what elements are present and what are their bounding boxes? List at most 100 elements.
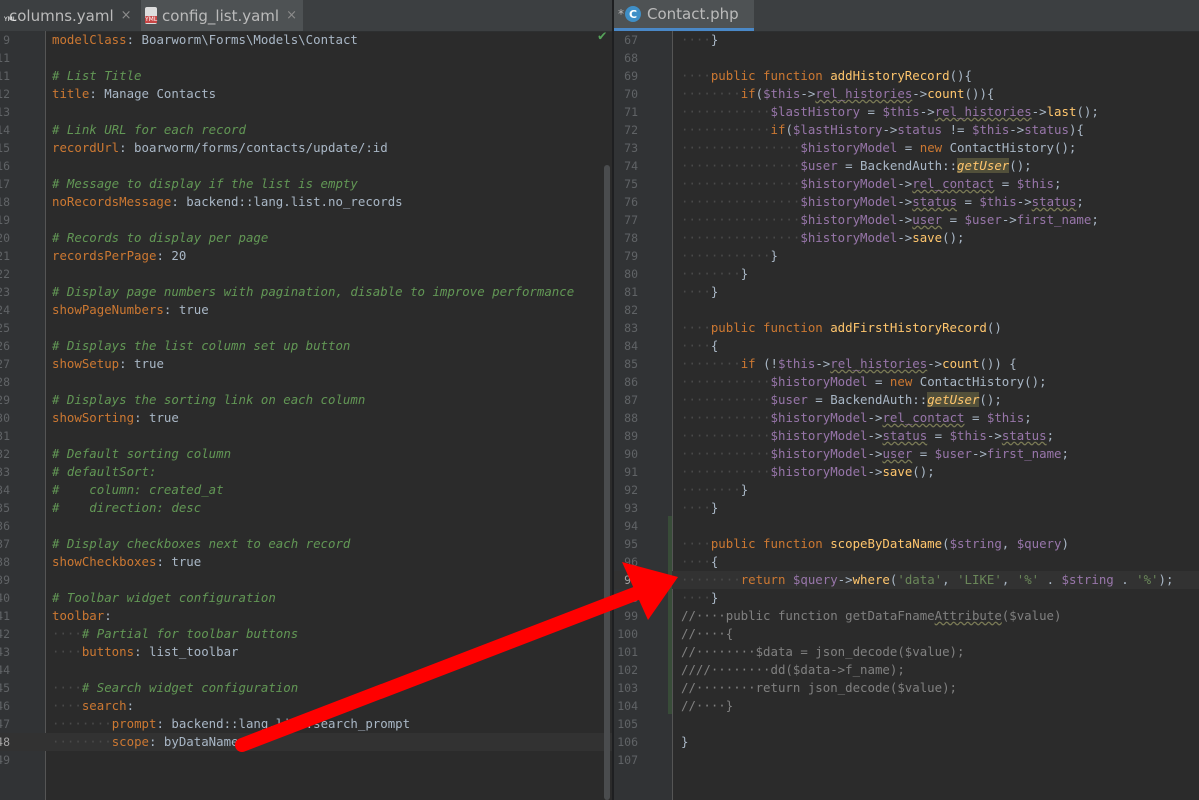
code-text[interactable]: ····} [681, 589, 718, 607]
code-line[interactable]: 13 [0, 103, 612, 121]
code-text[interactable]: ········} [681, 481, 748, 499]
code-text[interactable]: ····# Search widget configuration [52, 679, 298, 697]
code-text[interactable]: ········return $query->where('data', 'LI… [681, 571, 1173, 589]
code-line[interactable]: 23 # Display page numbers with pagination… [0, 283, 612, 301]
code-line[interactable]: 39 [0, 571, 612, 589]
code-line[interactable]: 72 ············if($lastHistory->status !=… [614, 121, 1199, 139]
code-text[interactable]: } [681, 733, 688, 751]
code-text[interactable]: ············$user = BackendAuth::getUser… [681, 391, 1002, 409]
code-line[interactable]: 100 //····{ [614, 625, 1199, 643]
code-text[interactable]: ················$user = BackendAuth::get… [681, 157, 1032, 175]
php-code-area[interactable]: 67 ····} 68 69 ····public function addHistor… [614, 31, 1199, 800]
code-text[interactable]: ············$historyModel->user = $user-… [681, 445, 1069, 463]
code-line[interactable]: 73 ················$historyModel = new Co… [614, 139, 1199, 157]
code-line[interactable]: 89 ············$historyModel->status = $t… [614, 427, 1199, 445]
code-line[interactable]: 101 //········$data = json_decode($value)… [614, 643, 1199, 661]
code-text[interactable]: ············$historyModel->status = $thi… [681, 427, 1054, 445]
code-text[interactable]: ················$historyModel->user = $u… [681, 211, 1099, 229]
code-line[interactable]: 49 [0, 751, 612, 769]
code-text[interactable]: ····} [681, 283, 718, 301]
yaml-code-area[interactable]: 9 modelClass: Boarworm\Forms\Models\Conta… [0, 31, 612, 800]
code-text[interactable]: noRecordsMessage: backend::lang.list.no_… [52, 193, 403, 211]
code-text[interactable]: ········if($this->rel_histories->count()… [681, 85, 994, 103]
vertical-scrollbar[interactable] [604, 165, 610, 800]
code-text[interactable]: ····public function addFirstHistoryRecor… [681, 319, 1002, 337]
code-text[interactable]: # defaultSort: [52, 463, 156, 481]
code-text[interactable]: ········} [681, 265, 748, 283]
code-line[interactable]: 14 # Link URL for each record [0, 121, 612, 139]
code-text[interactable]: # Display page numbers with pagination, … [52, 283, 574, 301]
code-line[interactable]: 19 [0, 211, 612, 229]
code-text[interactable]: ········scope: byDataName [52, 733, 239, 751]
code-line[interactable]: 33 # defaultSort: [0, 463, 612, 481]
code-text[interactable]: showPageNumbers: true [52, 301, 209, 319]
code-line[interactable]: 97 ········return $query->where('data', '… [614, 571, 1199, 589]
code-text[interactable]: toolbar: [52, 607, 112, 625]
code-text[interactable]: //····} [681, 697, 733, 715]
code-line[interactable]: 75 ················$historyModel->rel_con… [614, 175, 1199, 193]
code-line[interactable]: 42 ····# Partial for toolbar buttons [0, 625, 612, 643]
code-text[interactable]: showSetup: true [52, 355, 164, 373]
code-line[interactable]: 38 showCheckboxes: true [0, 553, 612, 571]
code-text[interactable]: ················$historyModel->rel_conta… [681, 175, 1062, 193]
code-text[interactable]: ············$historyModel->rel_contact =… [681, 409, 1032, 427]
code-text[interactable]: # Default sorting column [52, 445, 231, 463]
code-text[interactable]: # Message to display if the list is empt… [52, 175, 358, 193]
code-text[interactable]: # Displays the sorting link on each colu… [52, 391, 365, 409]
code-line[interactable]: 48 ········scope: byDataName [0, 733, 612, 751]
code-text[interactable]: # Display checkboxes next to each record [52, 535, 350, 553]
code-line[interactable]: 80 ········} [614, 265, 1199, 283]
code-line[interactable]: 34 # column: created_at [0, 481, 612, 499]
code-line[interactable]: 96 ····{ [614, 553, 1199, 571]
code-text[interactable]: # Records to display per page [52, 229, 268, 247]
code-text[interactable]: recordUrl: boarworm/forms/contacts/updat… [52, 139, 388, 157]
code-line[interactable]: 29 # Displays the sorting link on each co… [0, 391, 612, 409]
code-line[interactable]: 90 ············$historyModel->user = $use… [614, 445, 1199, 463]
code-text[interactable]: ····{ [681, 553, 718, 571]
code-text[interactable]: recordsPerPage: 20 [52, 247, 186, 265]
code-text[interactable]: ············} [681, 247, 778, 265]
code-line[interactable]: 43 ····buttons: list_toolbar [0, 643, 612, 661]
code-line[interactable]: 69 ····public function addHistoryRecord()… [614, 67, 1199, 85]
tab-contact-php[interactable]: * C Contact.php [614, 0, 754, 31]
code-line[interactable]: 32 # Default sorting column [0, 445, 612, 463]
code-text[interactable]: title: Manage Contacts [52, 85, 216, 103]
code-text[interactable]: showSorting: true [52, 409, 179, 427]
code-line[interactable]: 22 [0, 265, 612, 283]
code-line[interactable]: 36 [0, 517, 612, 535]
code-text[interactable]: ····# Partial for toolbar buttons [52, 625, 298, 643]
code-line[interactable]: 17 # Message to display if the list is em… [0, 175, 612, 193]
code-text[interactable]: //········$data = json_decode($value); [681, 643, 964, 661]
code-line[interactable]: 103 //········return json_decode($value); [614, 679, 1199, 697]
code-text[interactable]: # column: created_at [52, 481, 224, 499]
code-line[interactable]: 79 ············} [614, 247, 1199, 265]
code-text[interactable]: //····public function getDataFnameAttrib… [681, 607, 1061, 625]
code-line[interactable]: 28 [0, 373, 612, 391]
code-text[interactable]: ····buttons: list_toolbar [52, 643, 239, 661]
code-line[interactable]: 74 ················$user = BackendAuth::g… [614, 157, 1199, 175]
code-text[interactable]: ············if($lastHistory->status != $… [681, 121, 1084, 139]
code-text[interactable]: # List Title [52, 67, 142, 85]
code-line[interactable]: 35 # direction: desc [0, 499, 612, 517]
code-line[interactable]: 88 ············$historyModel->rel_contact… [614, 409, 1199, 427]
code-line[interactable]: 47 ········prompt: backend::lang.list.sea… [0, 715, 612, 733]
code-line[interactable]: 9 modelClass: Boarworm\Forms\Models\Conta… [0, 31, 612, 49]
code-text[interactable]: ············$lastHistory = $this->rel_hi… [681, 103, 1099, 121]
code-text[interactable]: # direction: desc [52, 499, 201, 517]
code-line[interactable]: 106} [614, 733, 1199, 751]
code-line[interactable]: 77 ················$historyModel->user = … [614, 211, 1199, 229]
code-line[interactable]: 76 ················$historyModel->status … [614, 193, 1199, 211]
code-text[interactable]: # Toolbar widget configuration [52, 589, 276, 607]
code-text[interactable]: //········return json_decode($value); [681, 679, 957, 697]
code-text[interactable]: ········prompt: backend::lang.list.searc… [52, 715, 410, 733]
code-text[interactable]: ····} [681, 31, 718, 49]
code-line[interactable]: 25 [0, 319, 612, 337]
code-line[interactable]: 95 ····public function scopeByDataName($s… [614, 535, 1199, 553]
code-text[interactable]: ····search: [52, 697, 134, 715]
close-icon[interactable]: × [121, 8, 132, 23]
code-text[interactable]: ············$historyModel->save(); [681, 463, 935, 481]
code-line[interactable]: 70 ········if($this->rel_histories->count… [614, 85, 1199, 103]
code-line[interactable]: 18 noRecordsMessage: backend::lang.list.n… [0, 193, 612, 211]
code-line[interactable]: 91 ············$historyModel->save(); [614, 463, 1199, 481]
code-line[interactable]: 85 ········if (!$this->rel_histories->cou… [614, 355, 1199, 373]
